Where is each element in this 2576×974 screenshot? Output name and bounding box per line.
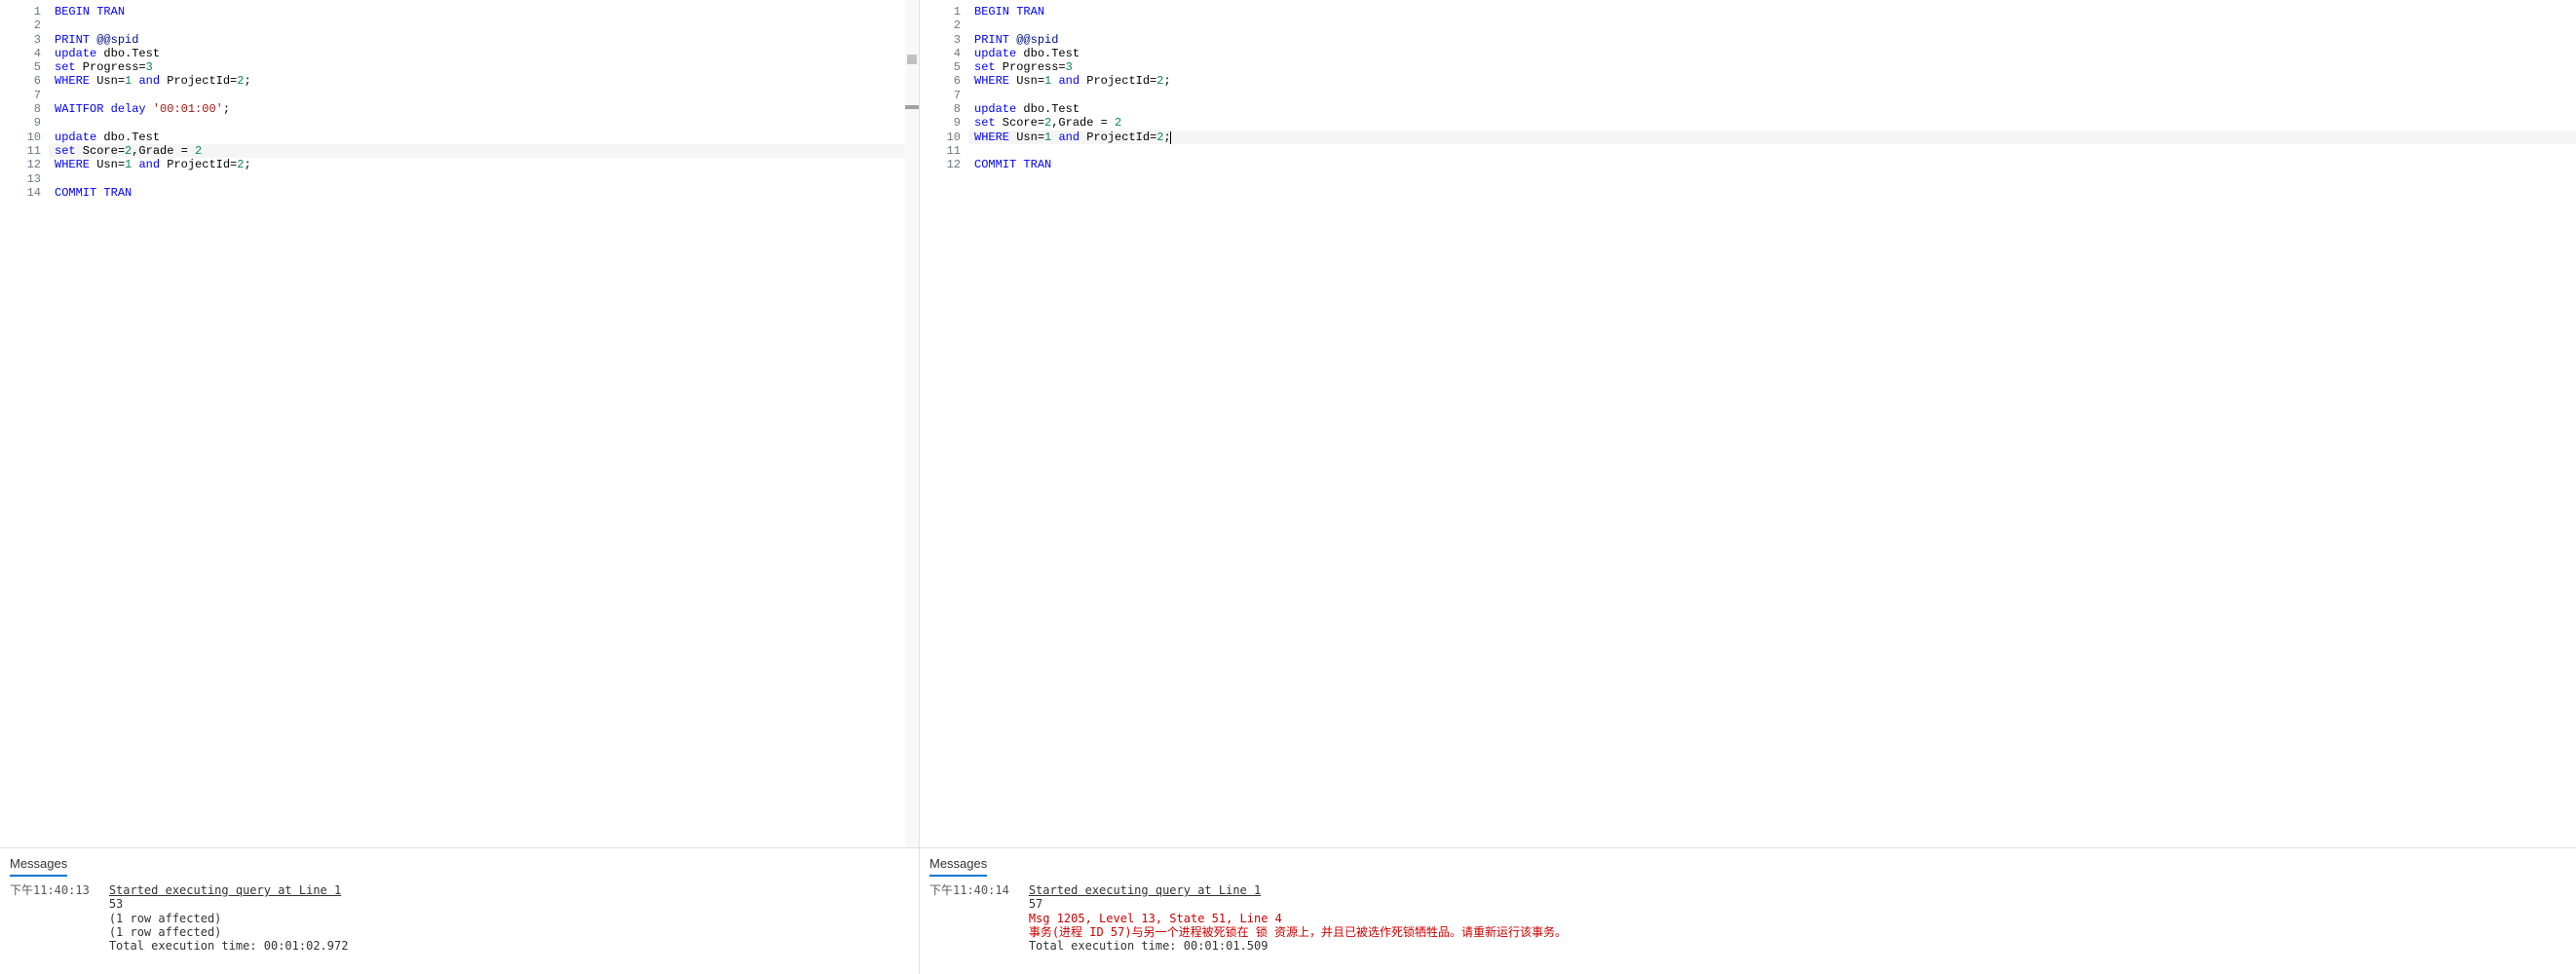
message-line: 57 (1029, 897, 1567, 911)
line-number: 5 (920, 60, 961, 74)
messages-panel-right: Messages 下午11:40:14 Started executing qu… (920, 847, 2576, 974)
editor-area-right[interactable]: 123456789101112 BEGIN TRANPRINT @@spidup… (920, 0, 2576, 847)
line-number: 10 (920, 131, 961, 144)
code-line[interactable]: BEGIN TRAN (49, 5, 905, 19)
line-number: 13 (0, 172, 41, 186)
messages-body-right[interactable]: 下午11:40:14 Started executing query at Li… (920, 876, 2576, 974)
line-number: 9 (0, 116, 41, 130)
line-gutter-right: 123456789101112 (920, 0, 968, 847)
line-number: 8 (920, 102, 961, 116)
code-line[interactable]: update dbo.Test (968, 102, 2576, 116)
code-line[interactable]: PRINT @@spid (49, 33, 905, 47)
code-line[interactable] (49, 116, 905, 130)
line-number: 3 (0, 33, 41, 47)
code-line[interactable]: WHERE Usn=1 and ProjectId=2; (968, 131, 2576, 144)
code-line[interactable] (968, 144, 2576, 158)
line-number: 11 (0, 144, 41, 158)
message-line: 53 (109, 897, 349, 911)
code-line[interactable]: BEGIN TRAN (968, 5, 2576, 19)
text-cursor (1170, 131, 1171, 144)
code-line[interactable]: WHERE Usn=1 and ProjectId=2; (968, 74, 2576, 88)
line-number: 10 (0, 131, 41, 144)
msg-text-right: Started executing query at Line 1 57Msg … (1029, 883, 1567, 953)
code-line[interactable]: set Progress=3 (49, 60, 905, 74)
line-number: 2 (0, 19, 41, 32)
messages-tab-label-right: Messages (929, 856, 987, 877)
code-line[interactable] (49, 89, 905, 102)
line-number: 1 (920, 5, 961, 19)
line-number: 12 (920, 158, 961, 171)
message-line: Total execution time: 00:01:02.972 (109, 939, 349, 953)
message-line: Total execution time: 00:01:01.509 (1029, 939, 1567, 953)
line-number: 6 (0, 74, 41, 88)
line-number: 12 (0, 158, 41, 171)
message-line: (1 row affected) (109, 925, 349, 939)
code-line[interactable] (968, 89, 2576, 102)
messages-panel-left: Messages 下午11:40:13 Started executing qu… (0, 847, 919, 974)
scrollbar-left[interactable] (905, 0, 919, 847)
code-line[interactable]: update dbo.Test (49, 47, 905, 60)
editor-pane-right: 123456789101112 BEGIN TRANPRINT @@spidup… (920, 0, 2576, 974)
code-line[interactable]: update dbo.Test (968, 47, 2576, 60)
code-content-left[interactable]: BEGIN TRANPRINT @@spidupdate dbo.Testset… (49, 0, 905, 847)
msg-text-left: Started executing query at Line 1 53(1 r… (109, 883, 349, 953)
messages-tab-left[interactable]: Messages (0, 848, 919, 876)
code-line[interactable]: WHERE Usn=1 and ProjectId=2; (49, 74, 905, 88)
code-line[interactable]: WHERE Usn=1 and ProjectId=2; (49, 158, 905, 171)
msg-header-right: Started executing query at Line 1 (1029, 883, 1567, 897)
code-line[interactable]: set Progress=3 (968, 60, 2576, 74)
code-line[interactable]: update dbo.Test (49, 131, 905, 144)
editor-area-left[interactable]: 1234567891011121314 BEGIN TRANPRINT @@sp… (0, 0, 919, 847)
line-number: 11 (920, 144, 961, 158)
code-line[interactable]: WAITFOR delay '00:01:00'; (49, 102, 905, 116)
line-number: 1 (0, 5, 41, 19)
code-line[interactable]: set Score=2,Grade = 2 (968, 116, 2576, 130)
editor-pane-left: 1234567891011121314 BEGIN TRANPRINT @@sp… (0, 0, 920, 974)
line-number: 7 (920, 89, 961, 102)
code-line[interactable]: COMMIT TRAN (49, 186, 905, 200)
messages-body-left[interactable]: 下午11:40:13 Started executing query at Li… (0, 876, 919, 974)
line-number: 5 (0, 60, 41, 74)
line-number: 7 (0, 89, 41, 102)
messages-tab-label-left: Messages (10, 856, 67, 877)
message-line: (1 row affected) (109, 912, 349, 925)
code-line[interactable]: set Score=2,Grade = 2 (49, 144, 905, 158)
messages-tab-right[interactable]: Messages (920, 848, 2576, 876)
msg-time-right: 下午11:40:14 (929, 883, 1009, 953)
line-number: 8 (0, 102, 41, 116)
line-number: 3 (920, 33, 961, 47)
msg-time-left: 下午11:40:13 (10, 883, 90, 953)
code-line[interactable] (968, 19, 2576, 32)
line-number: 4 (0, 47, 41, 60)
overview-marker-left (905, 105, 919, 109)
message-line: 事务(进程 ID 57)与另一个进程被死锁在 锁 资源上，并且已被选作死锁牺牲品… (1029, 925, 1567, 939)
code-line[interactable]: PRINT @@spid (968, 33, 2576, 47)
code-line[interactable] (49, 172, 905, 186)
code-line[interactable] (49, 19, 905, 32)
msg-header-left: Started executing query at Line 1 (109, 883, 349, 897)
line-number: 6 (920, 74, 961, 88)
line-number: 14 (0, 186, 41, 200)
line-number: 2 (920, 19, 961, 32)
scrollbar-thumb-left[interactable] (907, 55, 917, 64)
code-line[interactable]: COMMIT TRAN (968, 158, 2576, 171)
line-number: 9 (920, 116, 961, 130)
line-gutter-left: 1234567891011121314 (0, 0, 49, 847)
message-line: Msg 1205, Level 13, State 51, Line 4 (1029, 912, 1567, 925)
code-content-right[interactable]: BEGIN TRANPRINT @@spidupdate dbo.Testset… (968, 0, 2576, 847)
line-number: 4 (920, 47, 961, 60)
